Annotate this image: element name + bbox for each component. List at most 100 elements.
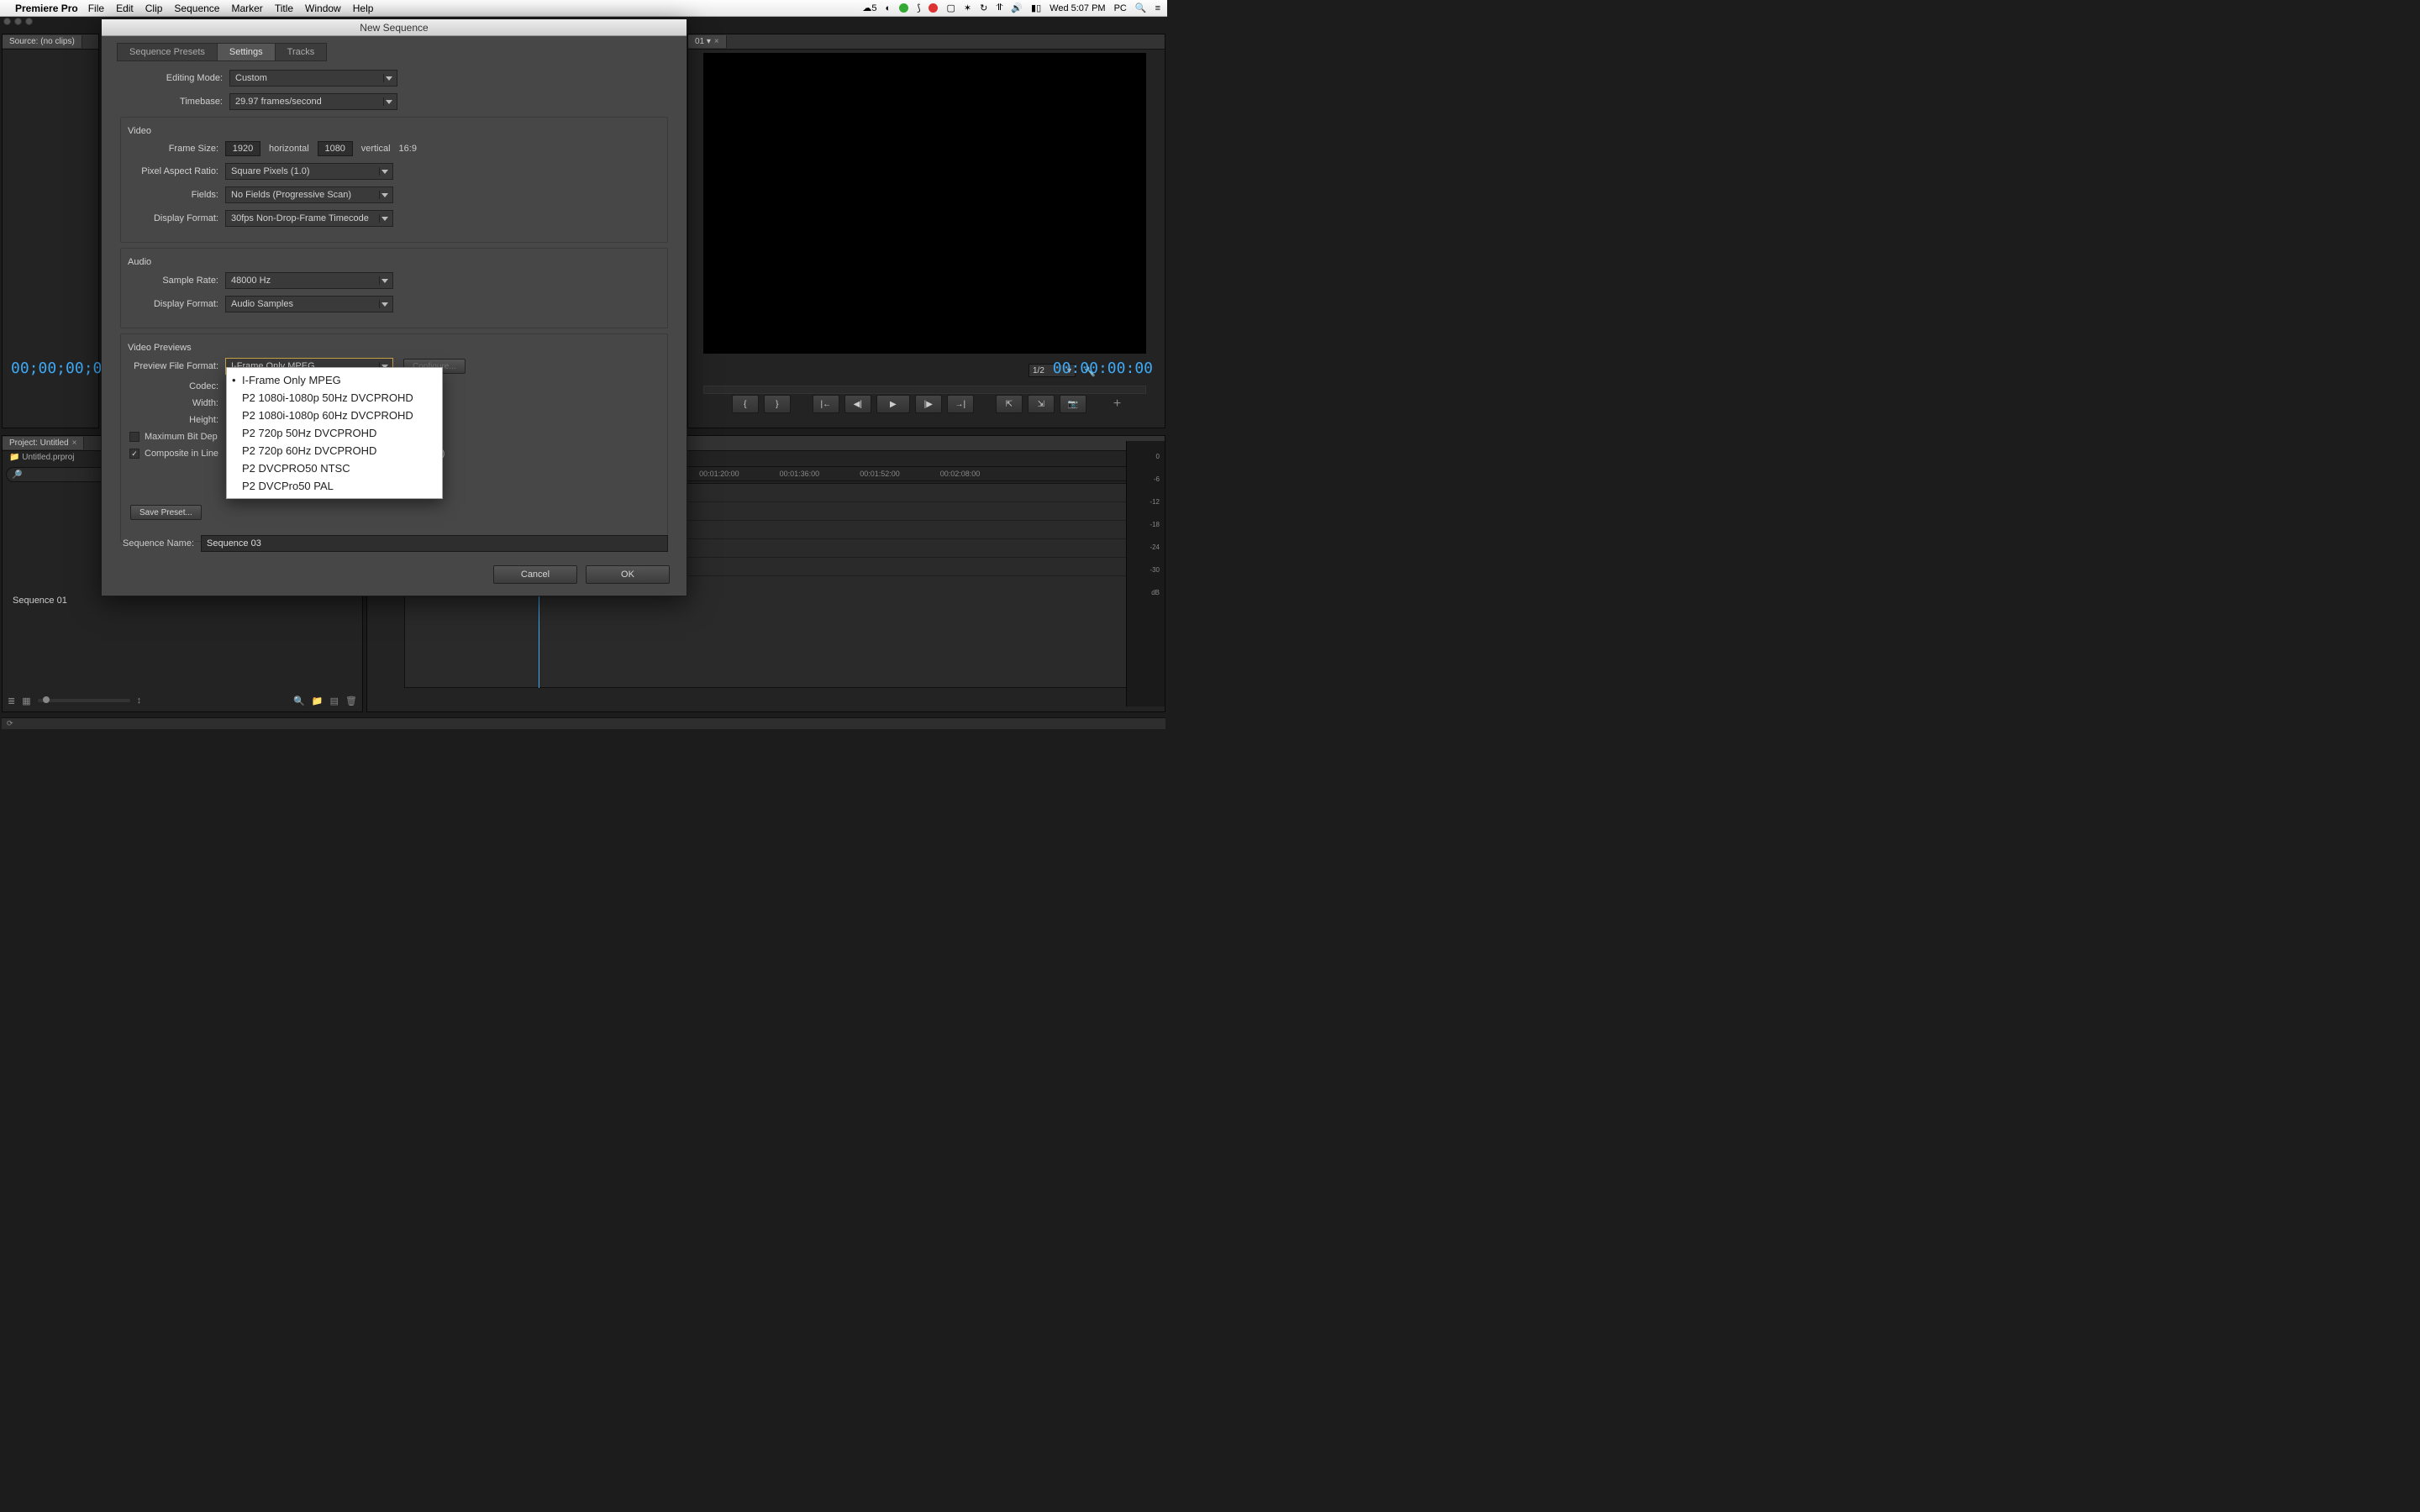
cancel-button[interactable]: Cancel (493, 565, 577, 584)
popup-option[interactable]: P2 720p 60Hz DVCPROHD (227, 442, 442, 459)
preview-file-format-dropdown[interactable]: I-Frame Only MPEG I-Frame Only MPEG P2 1… (225, 358, 393, 375)
audio-meter: 0 -6 -12 -18 -24 -30 dB (1126, 441, 1165, 706)
menu-marker[interactable]: Marker (231, 3, 262, 14)
dialog-tabs: Sequence Presets Settings Tracks (117, 43, 687, 61)
menu-file[interactable]: File (88, 3, 104, 14)
step-back-button[interactable]: ◀| (844, 395, 871, 413)
tray-icon[interactable]: ✶ (964, 3, 971, 13)
zoom-value: 1/2 (1033, 366, 1044, 375)
sort-icon[interactable]: ↕ (137, 696, 142, 706)
add-button-icon[interactable]: + (1113, 396, 1121, 412)
find-icon[interactable]: 🔍 (293, 696, 305, 706)
go-to-in-button[interactable]: |← (813, 395, 839, 413)
preview-height-label: Height: (129, 415, 225, 425)
volume-icon[interactable]: 🔊 (1011, 3, 1023, 13)
composite-checkbox[interactable]: ✓ (129, 449, 139, 459)
wifi-icon[interactable]: ⥣ (996, 3, 1002, 13)
meter-label: -12 (1150, 498, 1160, 506)
chevron-down-icon (379, 276, 389, 285)
popup-option[interactable]: P2 1080i-1080p 60Hz DVCPROHD (227, 407, 442, 424)
preview-file-format-label: Preview File Format: (129, 361, 225, 371)
close-icon[interactable]: × (714, 37, 719, 46)
new-sequence-dialog: New Sequence Sequence Presets Settings T… (101, 18, 687, 596)
new-item-icon[interactable]: ▤ (330, 696, 339, 706)
popup-option[interactable]: P2 DVCPRO50 NTSC (227, 459, 442, 477)
search-input[interactable]: 🔎 (6, 467, 107, 482)
record-icon[interactable] (929, 3, 938, 13)
chevron-down-icon (379, 191, 389, 199)
video-display-format-value: 30fps Non-Drop-Frame Timecode (231, 213, 369, 223)
menu-window[interactable]: Window (305, 3, 341, 14)
program-viewer[interactable] (703, 53, 1146, 354)
airplay-icon[interactable]: ▢ (946, 3, 955, 13)
app-name[interactable]: Premiere Pro (15, 3, 78, 14)
list-view-icon[interactable]: ≣ (8, 696, 15, 706)
spotlight-icon[interactable]: 🔍 (1135, 3, 1147, 13)
menu-clip[interactable]: Clip (145, 3, 163, 14)
project-toolbar: ≣ ▦ ↕ 🔍 📁 ▤ 🗑 (8, 693, 357, 708)
tab-settings[interactable]: Settings (217, 43, 276, 61)
tab-sequence-presets[interactable]: Sequence Presets (117, 43, 218, 61)
tray-icon[interactable]: ◐ (886, 3, 892, 13)
mark-out-button[interactable]: } (764, 395, 791, 413)
ruler-tick: 00:01:20:00 (699, 470, 739, 478)
step-forward-button[interactable]: |▶ (915, 395, 942, 413)
menu-title[interactable]: Title (275, 3, 293, 14)
par-dropdown[interactable]: Square Pixels (1.0) (225, 163, 393, 180)
fields-dropdown[interactable]: No Fields (Progressive Scan) (225, 186, 393, 203)
tray-icon[interactable]: ⟆ (917, 3, 920, 13)
mark-in-button[interactable]: { (732, 395, 759, 413)
popup-option[interactable]: P2 720p 50Hz DVCPROHD (227, 424, 442, 442)
export-frame-button[interactable]: 📷 (1060, 395, 1086, 413)
project-tab[interactable]: Project: Untitled× (3, 437, 84, 449)
timebase-dropdown[interactable]: 29.97 frames/second (229, 93, 397, 110)
sequence-name-input[interactable] (201, 535, 668, 552)
notification-icon[interactable]: ≡ (1155, 3, 1160, 13)
lift-button[interactable]: ⇱ (996, 395, 1023, 413)
frame-height-input[interactable] (318, 141, 353, 156)
video-display-format-dropdown[interactable]: 30fps Non-Drop-Frame Timecode (225, 210, 393, 227)
menu-help[interactable]: Help (353, 3, 374, 14)
popup-option[interactable]: P2 DVCPro50 PAL (227, 477, 442, 495)
popup-option[interactable]: P2 1080i-1080p 50Hz DVCPROHD (227, 389, 442, 407)
sequence-item-label[interactable]: Sequence 01 (13, 596, 67, 606)
editing-mode-value: Custom (235, 73, 267, 83)
evernote-icon[interactable] (899, 3, 908, 13)
go-to-out-button[interactable]: →| (947, 395, 974, 413)
fields-label: Fields: (129, 190, 225, 200)
popup-option[interactable]: I-Frame Only MPEG (227, 371, 442, 389)
trash-icon[interactable]: 🗑 (345, 696, 357, 706)
thumbnail-size-slider[interactable] (38, 699, 130, 702)
status-icon[interactable]: ⟳ (7, 719, 13, 728)
close-icon[interactable]: × (72, 438, 77, 448)
save-preset-button[interactable]: Save Preset... (130, 505, 202, 520)
battery-icon[interactable]: ▮▯ (1031, 3, 1041, 13)
icon-view-icon[interactable]: ▦ (22, 696, 30, 706)
ok-button[interactable]: OK (586, 565, 670, 584)
sequence-name-label: Sequence Name: (120, 538, 201, 549)
timemachine-icon[interactable]: ↻ (980, 3, 987, 13)
audio-section-label: Audio (124, 257, 155, 267)
play-button[interactable]: ▶ (876, 395, 910, 413)
sample-rate-dropdown[interactable]: 48000 Hz (225, 272, 393, 289)
audio-display-format-label: Display Format: (129, 299, 225, 309)
max-bit-depth-checkbox[interactable] (129, 432, 139, 442)
source-tab[interactable]: Source: (no clips) (3, 35, 82, 48)
mac-menubar: Premiere Pro File Edit Clip Sequence Mar… (0, 0, 1167, 17)
extract-button[interactable]: ⇲ (1028, 395, 1055, 413)
window-controls[interactable] (3, 18, 33, 25)
project-filename: Untitled.prproj (22, 453, 74, 462)
clock[interactable]: Wed 5:07 PM (1050, 3, 1105, 13)
program-tab[interactable]: 01 ▾× (688, 35, 727, 48)
new-bin-icon[interactable]: 📁 (312, 696, 324, 706)
menu-edit[interactable]: Edit (116, 3, 134, 14)
editing-mode-label: Editing Mode: (120, 73, 229, 83)
frame-size-label: Frame Size: (129, 144, 225, 154)
tab-tracks[interactable]: Tracks (275, 43, 328, 61)
audio-display-format-dropdown[interactable]: Audio Samples (225, 296, 393, 312)
editing-mode-dropdown[interactable]: Custom (229, 70, 397, 87)
creative-cloud-icon[interactable]: ☁ 5 (862, 3, 876, 13)
menu-sequence[interactable]: Sequence (174, 3, 219, 14)
frame-width-input[interactable] (225, 141, 260, 156)
user-menu[interactable]: PC (1114, 3, 1127, 13)
